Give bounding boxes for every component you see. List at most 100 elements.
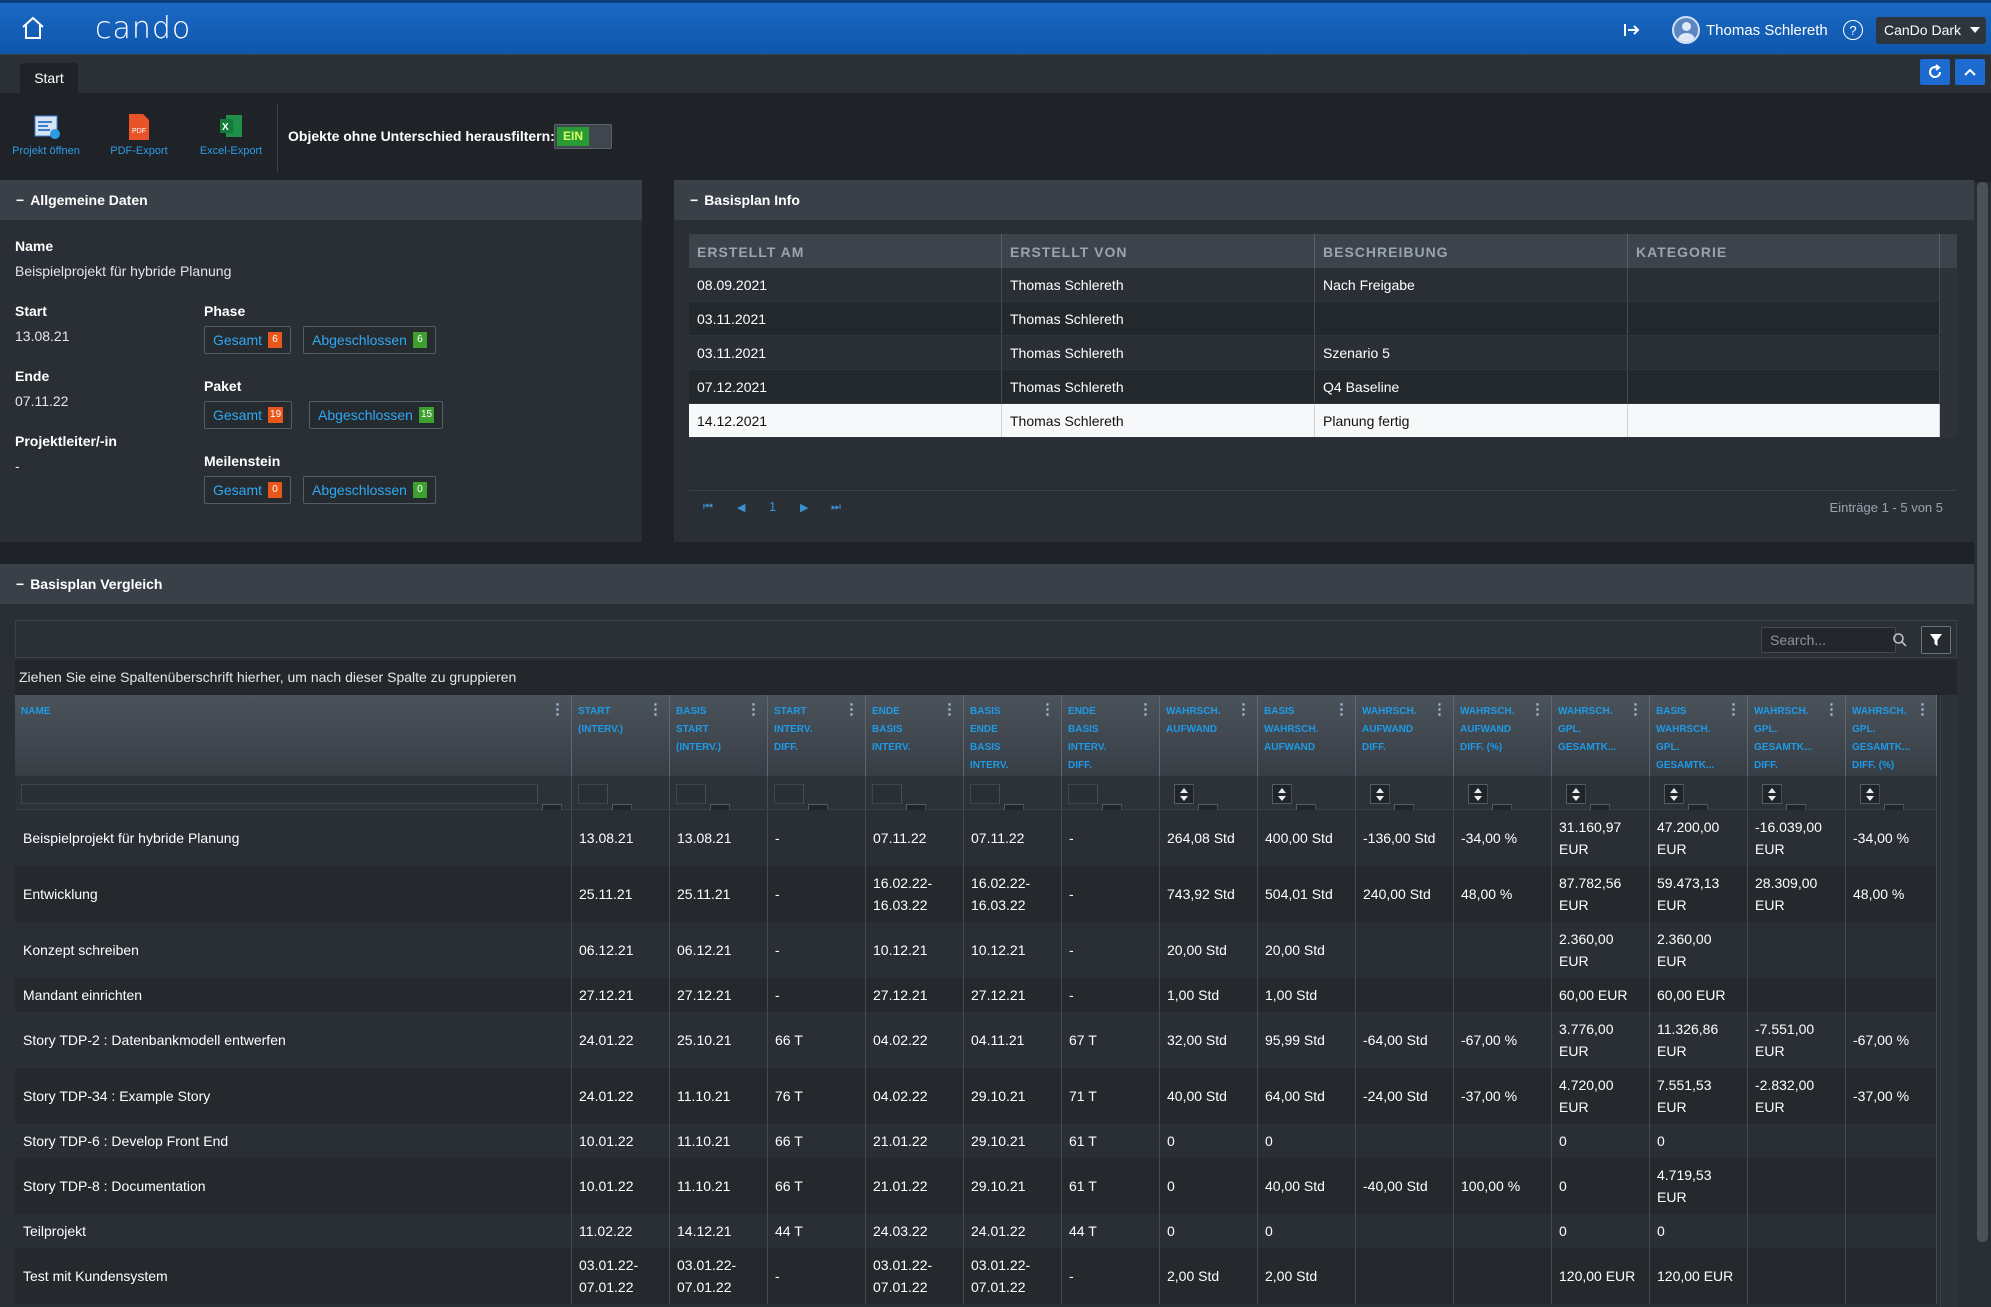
filter-toggle[interactable]: EIN xyxy=(554,124,612,149)
table-row[interactable]: 03.11.2021 Thomas Schlereth Szenario 5 xyxy=(689,336,1957,370)
table-cell: 0 xyxy=(1160,1124,1258,1158)
table-row[interactable]: Story TDP-34 : Example Story 24.01.22 11.1… xyxy=(15,1068,1937,1124)
column-header[interactable]: ENDE BASIS INTERV. DIFF. xyxy=(1062,695,1160,776)
column-header[interactable]: KATEGORIE xyxy=(1628,234,1940,268)
home-icon[interactable] xyxy=(20,16,46,40)
page-scrollbar[interactable] xyxy=(1974,182,1991,1307)
stepper-icon[interactable] xyxy=(1468,784,1488,804)
stepper-icon[interactable] xyxy=(1664,784,1684,804)
table-row[interactable]: 14.12.2021 Thomas Schlereth Planung fertig xyxy=(689,404,1957,438)
app-logo[interactable]: cando xyxy=(95,11,191,46)
table-cell: 0 xyxy=(1258,1124,1356,1158)
collapse-icon[interactable]: − xyxy=(16,192,24,208)
column-header[interactable]: WAHRSCH. GPL. GESAMTK... xyxy=(1552,695,1650,776)
column-filter-input[interactable] xyxy=(774,784,804,804)
column-header[interactable]: WAHRSCH. AUFWAND xyxy=(1160,695,1258,776)
user-menu[interactable]: Thomas Schlereth xyxy=(1672,3,1828,57)
table-row[interactable]: 03.11.2021 Thomas Schlereth xyxy=(689,302,1957,336)
column-header[interactable]: BASIS WAHRSCH. GPL. GESAMTK... xyxy=(1650,695,1748,776)
filter-cell xyxy=(1258,776,1356,824)
table-row[interactable]: Story TDP-2 : Datenbankmodell entwerfen 2… xyxy=(15,1012,1937,1068)
filter-button[interactable] xyxy=(1921,626,1951,654)
table-row[interactable]: Konzept schreiben 06.12.21 06.12.21-10.12.… xyxy=(15,922,1937,978)
column-header[interactable]: WAHRSCH. AUFWAND DIFF. (%) xyxy=(1454,695,1552,776)
table-cell: - xyxy=(1062,810,1160,866)
collapse-icon[interactable]: − xyxy=(690,192,698,208)
stepper-icon[interactable] xyxy=(1370,784,1390,804)
column-header[interactable]: START INTERV. DIFF. xyxy=(768,695,866,776)
help-icon[interactable]: ? xyxy=(1843,3,1863,57)
column-filter-input[interactable] xyxy=(872,784,902,804)
scrollbar-thumb[interactable] xyxy=(1977,182,1988,1242)
pdf-export-button[interactable]: PDF PDF-Export xyxy=(99,113,179,157)
column-header[interactable]: BASIS ENDE BASIS INTERV. xyxy=(964,695,1062,776)
open-project-button[interactable]: Projekt öffnen xyxy=(6,113,86,157)
column-header[interactable]: WAHRSCH. GPL. GESAMTK... DIFF. xyxy=(1748,695,1846,776)
table-cell: -34,00 % xyxy=(1454,810,1552,866)
table-cell: 61 T xyxy=(1062,1124,1160,1158)
search-input[interactable]: Search... xyxy=(1761,627,1896,653)
column-filter-input[interactable] xyxy=(1068,784,1098,804)
phase-abgeschlossen-chip[interactable]: Abgeschlossen 6 xyxy=(303,326,436,354)
paket-gesamt-chip[interactable]: Gesamt 19 xyxy=(204,401,293,429)
column-header-line: INTERV. xyxy=(1068,742,1107,753)
stepper-icon[interactable] xyxy=(1174,784,1194,804)
grid-scrollbar[interactable] xyxy=(1940,695,1957,1307)
column-header[interactable]: ERSTELLT VON xyxy=(1002,234,1315,268)
basisplan-vergleich-header[interactable]: − Basisplan Vergleich xyxy=(0,564,1974,604)
table-cell: -37,00 % xyxy=(1846,1068,1937,1124)
stepper-icon[interactable] xyxy=(1762,784,1782,804)
column-header[interactable]: BASIS WAHRSCH. AUFWAND xyxy=(1258,695,1356,776)
theme-select[interactable]: CanDo Dark xyxy=(1876,17,1986,44)
group-hint[interactable]: Ziehen Sie eine Spaltenüberschrift hierh… xyxy=(15,660,1957,695)
column-header-line: DIFF. (%) xyxy=(1852,760,1895,771)
stepper-icon[interactable] xyxy=(1272,784,1292,804)
grid-scrollbar[interactable] xyxy=(1940,268,1957,438)
table-row[interactable]: 07.12.2021 Thomas Schlereth Q4 Baseline xyxy=(689,370,1957,404)
paket-abgeschlossen-chip[interactable]: Abgeschlossen 15 xyxy=(309,401,444,429)
last-page-icon[interactable]: ⏭ xyxy=(831,501,841,514)
column-header-line: WAHRSCH. xyxy=(1754,706,1809,717)
refresh-button[interactable] xyxy=(1920,59,1950,85)
stepper-icon[interactable] xyxy=(1566,784,1586,804)
collapse-icon[interactable]: − xyxy=(16,576,24,592)
table-row[interactable]: Teilprojekt 11.02.22 14.12.21 44 T 24.03.22 2… xyxy=(15,1214,1937,1248)
next-page-icon[interactable]: ▶ xyxy=(800,501,808,514)
column-header[interactable]: BASIS START (INTERV.) xyxy=(670,695,768,776)
page-number[interactable]: 1 xyxy=(769,499,776,514)
meilenstein-gesamt-chip[interactable]: Gesamt 0 xyxy=(204,476,292,504)
prev-page-icon[interactable]: ◀ xyxy=(737,501,745,514)
table-row[interactable]: Mandant einrichten 27.12.21 27.12.21-27.12… xyxy=(15,978,1937,1012)
column-header[interactable]: NAME xyxy=(15,695,572,776)
table-row[interactable]: Beispielprojekt für hybride Planung 13.08… xyxy=(15,810,1937,866)
table-cell xyxy=(1454,1124,1552,1158)
excel-export-button[interactable]: X Excel-Export xyxy=(191,113,271,157)
stepper-icon[interactable] xyxy=(1860,784,1880,804)
collapse-ribbon-button[interactable] xyxy=(1955,59,1985,85)
table-row[interactable]: 08.09.2021 Thomas Schlereth Nach Freigabe xyxy=(689,268,1957,302)
column-header[interactable]: ENDE BASIS INTERV. xyxy=(866,695,964,776)
filter-cell xyxy=(15,776,572,824)
column-header[interactable]: WAHRSCH. GPL. GESAMTK... DIFF. (%) xyxy=(1846,695,1937,776)
column-filter-input[interactable] xyxy=(21,784,538,804)
logout-icon[interactable] xyxy=(1623,3,1641,57)
column-header[interactable]: BESCHREIBUNG xyxy=(1315,234,1628,268)
meilenstein-abgeschlossen-chip[interactable]: Abgeschlossen 0 xyxy=(303,476,436,504)
table-row[interactable]: Story TDP-6 : Develop Front End 10.01.22 1… xyxy=(15,1124,1937,1158)
column-header[interactable]: START (INTERV.) xyxy=(572,695,670,776)
tab-start[interactable]: Start xyxy=(20,63,78,94)
phase-gesamt-chip[interactable]: Gesamt 6 xyxy=(204,326,292,354)
column-filter-input[interactable] xyxy=(970,784,1000,804)
first-page-icon[interactable]: ⏮ xyxy=(703,501,713,514)
column-header[interactable]: WAHRSCH. AUFWAND DIFF. xyxy=(1356,695,1454,776)
table-row[interactable]: Story TDP-8 : Documentation 10.01.22 11.10… xyxy=(15,1158,1937,1214)
filter-cell xyxy=(1160,776,1258,824)
column-filter-input[interactable] xyxy=(578,784,608,804)
column-header[interactable]: ERSTELLT AM xyxy=(689,234,1002,268)
column-filter-input[interactable] xyxy=(676,784,706,804)
table-row[interactable]: Test mit Kundensystem 03.01.22-07.01.22 03… xyxy=(15,1248,1937,1304)
basisplan-info-header[interactable]: − Basisplan Info xyxy=(674,180,1974,220)
table-cell: 13.08.21 xyxy=(572,810,670,866)
table-row[interactable]: Entwicklung 25.11.21 25.11.21-16.02.22-16.… xyxy=(15,866,1937,922)
allgemeine-daten-header[interactable]: − Allgemeine Daten xyxy=(0,180,642,220)
